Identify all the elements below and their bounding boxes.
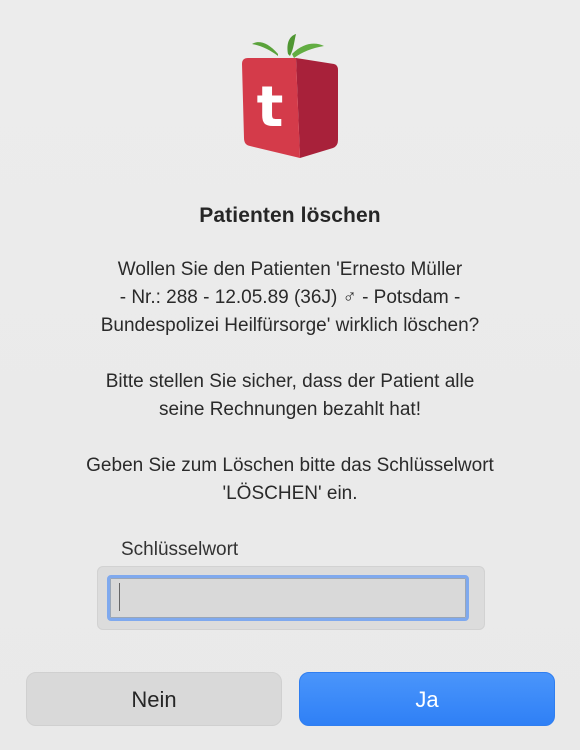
message-line: Geben Sie zum Löschen bitte das Schlüsse… <box>86 455 494 476</box>
logo-letter: t <box>257 75 284 140</box>
confirmation-message: Wollen Sie den Patienten 'Ernesto Müller… <box>30 256 550 340</box>
app-logo-icon: t <box>242 34 338 158</box>
instruction-message: Geben Sie zum Löschen bitte das Schlüsse… <box>30 452 550 508</box>
message-line: Wollen Sie den Patienten 'Ernesto Müller <box>117 259 463 280</box>
text-caret <box>119 583 120 611</box>
keyword-input[interactable] <box>107 575 469 621</box>
leaf-right <box>292 43 324 58</box>
dialog-title: Patienten löschen <box>199 204 381 227</box>
warning-message: Bitte stellen Sie sicher, dass der Patie… <box>30 368 550 424</box>
message-line: - Nr.: 288 - 12.05.89 (36J) ♂ - Potsdam … <box>119 287 461 308</box>
message-line: Bundespolizei Heilfürsorge' wirklich lös… <box>100 315 480 336</box>
yes-button[interactable]: Ja <box>299 672 555 726</box>
no-button[interactable]: Nein <box>26 672 282 726</box>
keyword-label: Schlüsselwort <box>121 539 239 560</box>
box-side <box>296 58 338 158</box>
message-line: seine Rechnungen bezahlt hat! <box>159 399 421 420</box>
leaf-left <box>252 42 278 56</box>
delete-patient-dialog: t Patienten löschen Wollen Sie den Patie… <box>0 0 580 750</box>
message-line: 'LÖSCHEN' ein. <box>222 483 358 504</box>
keyword-field-container <box>97 566 485 630</box>
message-line: Bitte stellen Sie sicher, dass der Patie… <box>105 371 475 392</box>
